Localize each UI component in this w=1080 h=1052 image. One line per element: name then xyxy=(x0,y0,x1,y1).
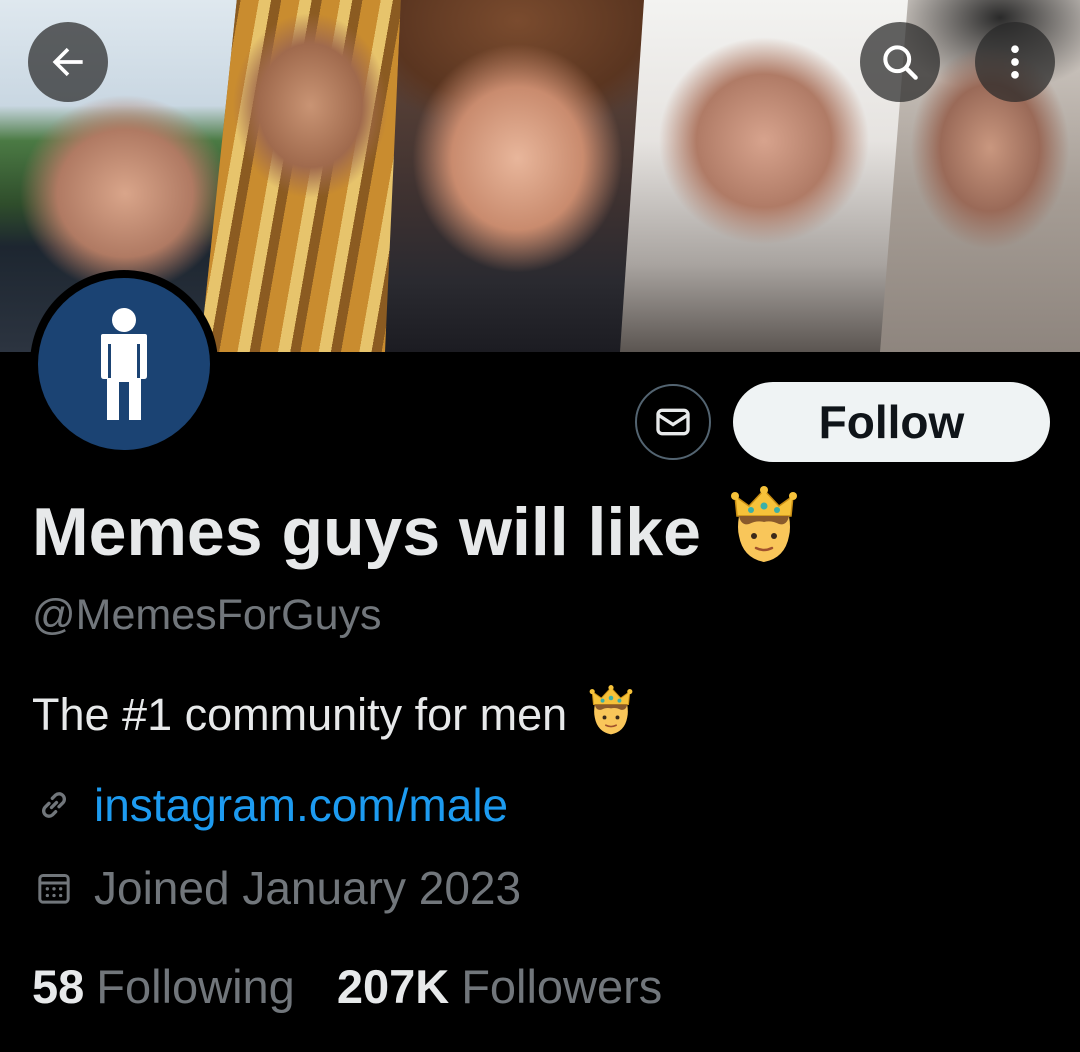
avatar-image xyxy=(38,278,210,450)
calendar-icon xyxy=(32,866,76,910)
joined-row: Joined January 2023 xyxy=(32,865,521,911)
message-button[interactable] xyxy=(635,384,711,460)
handle: @MemesForGuys xyxy=(32,591,382,639)
profile-link[interactable]: instagram.com/male xyxy=(94,782,508,828)
person-icon xyxy=(101,308,147,420)
prince-emoji-icon xyxy=(727,486,801,577)
prince-emoji-icon xyxy=(587,684,635,745)
more-options-button[interactable] xyxy=(975,22,1055,102)
banner-photo-3 xyxy=(385,0,650,352)
followers-label: Followers xyxy=(461,960,663,1013)
following-label: Following xyxy=(96,960,295,1013)
display-name-text: Memes guys will like xyxy=(32,493,701,570)
followers-stat[interactable]: 207K Followers xyxy=(337,963,662,1010)
follow-stats: 58 Following 207K Followers xyxy=(32,963,662,1010)
followers-count: 207K xyxy=(336,960,450,1013)
joined-date: Joined January 2023 xyxy=(94,862,522,914)
link-icon xyxy=(32,783,76,827)
following-count: 58 xyxy=(32,960,85,1013)
search-icon xyxy=(883,45,918,80)
display-name: Memes guys will like xyxy=(32,486,801,577)
arrow-left-icon xyxy=(52,47,83,77)
search-button[interactable] xyxy=(860,22,940,102)
bio: The #1 community for men xyxy=(32,684,635,745)
profile-link-row: instagram.com/male xyxy=(32,782,508,828)
back-button[interactable] xyxy=(28,22,108,102)
envelope-icon xyxy=(656,408,690,436)
following-stat[interactable]: 58 Following xyxy=(32,963,295,1010)
bio-text: The #1 community for men xyxy=(32,689,568,740)
avatar[interactable] xyxy=(30,270,218,458)
follow-button[interactable]: Follow xyxy=(733,382,1050,462)
more-vertical-icon xyxy=(1011,45,1019,79)
